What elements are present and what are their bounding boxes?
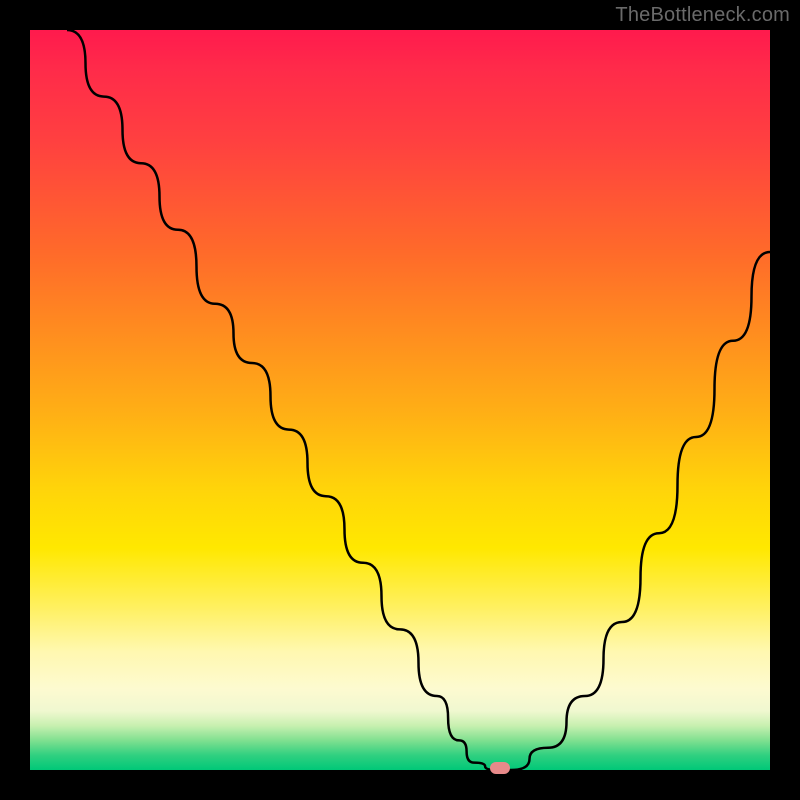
plot-area	[30, 30, 770, 770]
bottleneck-curve	[30, 30, 770, 770]
optimal-point-marker	[490, 762, 510, 774]
chart-frame: TheBottleneck.com	[0, 0, 800, 800]
watermark-label: TheBottleneck.com	[615, 4, 790, 27]
